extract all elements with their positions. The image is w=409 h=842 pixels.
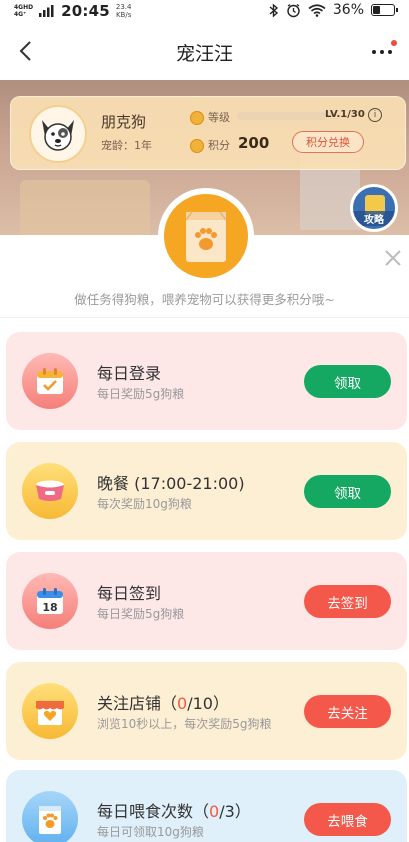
claim-button[interactable]: 领取	[304, 475, 391, 508]
level-label: 等级	[208, 111, 230, 124]
pet-profile-card: 朋克狗 宠龄：1年 等级 LV.1/30 i 积分 200 积分兑换	[10, 96, 406, 170]
pet-age: 宠龄：1年	[101, 139, 152, 152]
task-title: 每日喂食次数（0/3）	[97, 798, 251, 822]
dog-face-icon	[42, 120, 74, 151]
points-value: 200	[238, 134, 270, 152]
claim-button[interactable]: 领取	[304, 365, 391, 398]
task-title: 每日登录	[97, 364, 162, 383]
task-count-current: 0	[209, 802, 220, 821]
task-card-daily-login: 每日登录 每日奖励5g狗粮 领取	[6, 332, 407, 430]
network-speed-unit: KB/s	[115, 11, 132, 19]
level-progress-bar	[237, 112, 327, 120]
task-title-suffix: /3）	[219, 802, 251, 821]
strategy-button[interactable]: 攻略	[350, 184, 398, 232]
task-title-prefix: 每日喂食次数（	[97, 802, 210, 821]
task-icon	[22, 791, 78, 842]
divider	[0, 317, 409, 318]
more-button[interactable]	[365, 39, 399, 65]
task-title-suffix: /10）	[187, 694, 229, 713]
network-speed-value: 23.4	[115, 3, 132, 11]
close-icon	[385, 250, 401, 266]
food-bag-icon	[39, 806, 61, 834]
network-indicator: 4GHD 4G⁺	[14, 4, 33, 18]
dog-food-badge	[158, 188, 254, 284]
task-card-follow-shop: 关注店铺（0/10） 浏览10秒以上，每次奖励5g狗粮 去关注	[6, 662, 407, 760]
battery-percent: 36%	[332, 2, 364, 18]
task-title: 晚餐 (17:00-21:00)	[97, 474, 245, 493]
pet-bowl-icon	[36, 480, 64, 501]
points-icon	[190, 139, 204, 153]
battery-icon	[371, 4, 398, 16]
battery-level	[373, 6, 380, 14]
more-dots-icon	[372, 50, 392, 54]
points-label: 积分	[208, 139, 230, 152]
calendar-18-icon: 18	[37, 588, 63, 614]
calendar-check-icon	[37, 368, 63, 394]
panel-subtitle: 做任务得狗粮，喂养宠物可以获得更多积分哦~	[74, 292, 335, 307]
pet-name: 朋克狗	[101, 113, 147, 131]
task-card-dinner: 晚餐 (17:00-21:00) 每次奖励10g狗粮 领取	[6, 442, 407, 540]
task-icon: 18	[22, 573, 78, 629]
task-card-daily-feed: 每日喂食次数（0/3） 每日可领取10g狗粮 去喂食	[6, 770, 407, 842]
network-speed: 23.4 KB/s	[116, 3, 132, 19]
task-count-current: 0	[177, 694, 188, 713]
level-value: LV.1/30	[325, 109, 365, 120]
task-icon	[22, 353, 78, 409]
task-icon	[22, 683, 78, 739]
follow-button[interactable]: 去关注	[304, 695, 391, 728]
close-button[interactable]	[381, 246, 405, 270]
level-icon	[190, 111, 204, 125]
wifi-icon	[308, 3, 326, 17]
page-title: 宠汪汪	[175, 43, 233, 65]
calendar-day: 18	[42, 601, 57, 614]
task-card-daily-signin: 18 每日签到 每日奖励5g狗粮 去签到	[6, 552, 407, 650]
signal-icon	[39, 5, 54, 17]
task-title-prefix: 关注店铺（	[97, 694, 178, 713]
task-desc: 每日奖励5g狗粮	[97, 607, 185, 621]
task-icon	[22, 463, 78, 519]
task-desc: 每日奖励5g狗粮	[97, 387, 185, 401]
points-exchange-button[interactable]: 积分兑换	[292, 131, 364, 153]
task-desc: 浏览10秒以上，每次奖励5g狗粮	[97, 717, 272, 731]
sign-in-button[interactable]: 去签到	[304, 585, 391, 618]
dog-food-bag-icon	[185, 211, 227, 262]
task-title: 关注店铺（0/10）	[97, 690, 229, 714]
bluetooth-icon	[269, 2, 278, 18]
clock: 20:45	[61, 2, 110, 20]
nav-bar: 宠汪汪	[0, 22, 409, 80]
info-icon[interactable]: i	[368, 108, 382, 122]
network-label-1: 4GHD	[14, 4, 34, 11]
task-desc: 每次奖励10g狗粮	[97, 497, 192, 511]
network-label-2: 4G⁺	[14, 11, 27, 18]
background-decoration	[20, 180, 150, 240]
pet-avatar[interactable]	[29, 105, 87, 163]
task-desc: 每日可领取10g狗粮	[97, 825, 204, 839]
feed-button[interactable]: 去喂食	[304, 803, 391, 836]
notification-dot	[391, 40, 397, 46]
shop-heart-icon	[36, 701, 64, 725]
status-bar: 4GHD 4G⁺ 20:45 23.4 KB/s 36%	[0, 0, 409, 22]
strategy-label: 攻略	[353, 211, 395, 226]
task-title: 每日签到	[97, 584, 162, 603]
alarm-icon	[287, 3, 300, 17]
